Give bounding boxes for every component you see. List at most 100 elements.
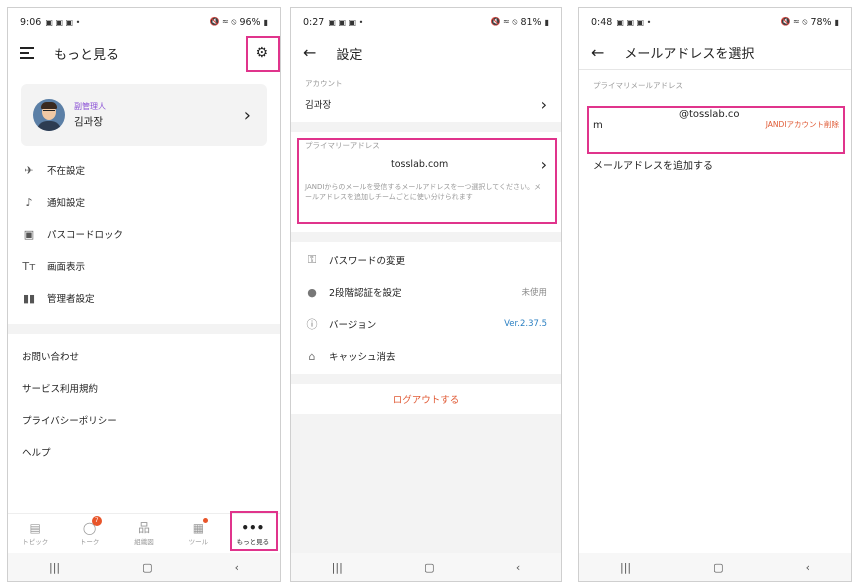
avatar (33, 99, 65, 131)
page-title: メールアドレスを選択 (624, 47, 755, 62)
link-terms[interactable]: サービス利用規約 (8, 372, 280, 404)
battery-icon: ▮ (263, 17, 268, 27)
bar-chart-icon: ▮▮ (22, 291, 36, 305)
highlight-more-tab (230, 511, 278, 551)
key-icon: ⚿ (307, 253, 317, 266)
menu-item-label: 通知設定 (47, 198, 86, 209)
system-nav: ||| ▢ ‹ (291, 553, 561, 581)
system-nav: ||| ▢ ‹ (8, 553, 280, 581)
topic-icon: ▤ (29, 521, 41, 535)
profile-card[interactable]: 副管理人 김과장 › (21, 84, 267, 146)
tab-org-chart[interactable]: 品 組織図 (117, 514, 171, 553)
version-row[interactable]: ⓘ バージョン Ver.2.37.5 (291, 308, 561, 340)
clear-cache-row[interactable]: ⌂ キャッシュ消去 (291, 340, 561, 372)
home-icon[interactable]: ▢ (713, 561, 723, 574)
tab-label: ツール (188, 538, 209, 546)
highlight-primary-address (297, 138, 557, 224)
broom-icon: ⌂ (308, 349, 316, 363)
password-change-row[interactable]: ⚿ パスワードの変更 (291, 244, 561, 276)
arrow-left-icon[interactable]: ← (591, 44, 604, 61)
battery-icon: ▮ (544, 17, 549, 27)
chevron-right-icon: › (243, 104, 251, 126)
highlight-settings (246, 36, 280, 72)
status-bar: 0:48 ▣ ▣ ▣ • 🔇 ≈ ⦸ 78% ▮ (579, 8, 851, 36)
info-icon: ⓘ (306, 318, 318, 331)
notification-icons: ▣ ▣ ▣ • (328, 17, 364, 27)
section-divider (8, 324, 280, 334)
menu-item-away[interactable]: ✈ 不在設定 (8, 154, 280, 186)
settings-list: ⚿ パスワードの変更 ● 2段階認証を設定 未使用 ⓘ バージョン Ver.2.… (291, 242, 561, 374)
setting-label: キャッシュ消去 (329, 352, 396, 363)
page-title: 設定 (336, 47, 363, 63)
account-name: 김과장 (305, 100, 332, 111)
menu-item-display[interactable]: Tт 画面表示 (8, 250, 280, 282)
recents-icon[interactable]: ||| (49, 561, 60, 574)
app-bar: ← 設定 (291, 36, 561, 70)
profile-name: 김과장 (74, 116, 103, 128)
tools-icon: ▦ (192, 521, 205, 535)
profile-role: 副管理人 (74, 102, 106, 111)
signal-icons: 🔇 ≈ ⦸ (490, 17, 518, 26)
recents-icon[interactable]: ||| (332, 561, 343, 574)
menu-item-passcode[interactable]: ▣ パスコードロック (8, 218, 280, 250)
battery-level: 78% (810, 16, 832, 28)
menu-item-label: 管理者設定 (47, 294, 95, 305)
shield-icon: ● (307, 285, 317, 299)
logout-button[interactable]: ログアウトする (291, 384, 561, 414)
menu-icon[interactable] (20, 47, 34, 59)
airplane-icon: ✈ (24, 163, 34, 177)
battery-level: 81% (520, 16, 542, 28)
tab-label: 組織図 (134, 538, 154, 546)
bell-icon: ♪ (25, 195, 33, 209)
arrow-left-icon[interactable]: ← (303, 45, 316, 61)
system-nav: ||| ▢ ‹ (579, 553, 851, 581)
battery-level: 96% (239, 16, 261, 28)
primary-email-label: プライマリメールアドレス (593, 81, 683, 90)
setting-label: パスワードの変更 (329, 256, 406, 267)
back-nav-icon[interactable]: ‹ (516, 561, 520, 574)
tab-label: トピック (22, 538, 49, 546)
setting-label: 2段階認証を設定 (329, 288, 402, 299)
signal-icons: 🔇 ≈ ⦸ (209, 17, 237, 26)
tab-topic[interactable]: ▤ トピック (8, 514, 62, 553)
battery-icon: ▮ (834, 17, 839, 27)
menu-item-admin[interactable]: ▮▮ 管理者設定 (8, 282, 280, 314)
settings-menu: ✈ 不在設定 ♪ 通知設定 ▣ パスコードロック Tт 画面表示 ▮▮ 管理者設… (8, 154, 280, 314)
account-label: アカウント (305, 79, 343, 88)
more-screen: 9:06 ▣ ▣ ▣ • 🔇 ≈ ⦸ 96% ▮ もっと見る ⚙ 副管理人 김과… (7, 7, 281, 582)
tab-label: トーク (79, 538, 100, 546)
tab-talk[interactable]: ◯ 7 トーク (62, 514, 116, 553)
new-dot (203, 518, 209, 523)
settings-screen: 0:27 ▣ ▣ ▣ • 🔇 ≈ ⦸ 81% ▮ ← 設定 アカウント 김과장 … (290, 7, 562, 582)
email-select-screen: 0:48 ▣ ▣ ▣ • 🔇 ≈ ⦸ 78% ▮ ← メールアドレスを選択 プラ… (578, 7, 852, 582)
link-privacy[interactable]: プライバシーポリシー (8, 404, 280, 436)
notification-icons: ▣ ▣ ▣ • (45, 17, 81, 27)
menu-item-notifications[interactable]: ♪ 通知設定 (8, 186, 280, 218)
tab-tools[interactable]: ▦ ツール (171, 514, 225, 553)
link-help[interactable]: ヘルプ (8, 436, 280, 468)
menu-item-label: 画面表示 (47, 262, 86, 273)
two-factor-row[interactable]: ● 2段階認証を設定 未使用 (291, 276, 561, 308)
account-section[interactable]: アカウント 김과장 › (291, 70, 561, 122)
status-time: 0:27 (303, 16, 325, 28)
text-size-icon: Tт (22, 259, 36, 273)
recents-icon[interactable]: ||| (620, 561, 631, 574)
notification-icons: ▣ ▣ ▣ • (616, 17, 652, 27)
home-icon[interactable]: ▢ (424, 561, 434, 574)
page-title: もっと見る (54, 47, 120, 63)
unread-badge: 7 (91, 516, 102, 526)
chevron-right-icon: › (540, 94, 547, 114)
setting-value: 未使用 (521, 288, 547, 298)
highlight-primary-email (587, 106, 845, 154)
app-bar: もっと見る ⚙ (8, 36, 280, 70)
status-bar: 0:27 ▣ ▣ ▣ • 🔇 ≈ ⦸ 81% ▮ (291, 8, 561, 36)
status-time: 9:06 (20, 16, 42, 28)
org-chart-icon: 品 (138, 521, 151, 535)
lock-icon: ▣ (23, 227, 35, 241)
back-nav-icon[interactable]: ‹ (235, 561, 239, 574)
home-icon[interactable]: ▢ (142, 561, 152, 574)
link-contact[interactable]: お問い合わせ (8, 340, 280, 372)
status-bar: 9:06 ▣ ▣ ▣ • 🔇 ≈ ⦸ 96% ▮ (8, 8, 280, 36)
menu-item-label: 不在設定 (47, 166, 86, 177)
back-nav-icon[interactable]: ‹ (806, 561, 810, 574)
